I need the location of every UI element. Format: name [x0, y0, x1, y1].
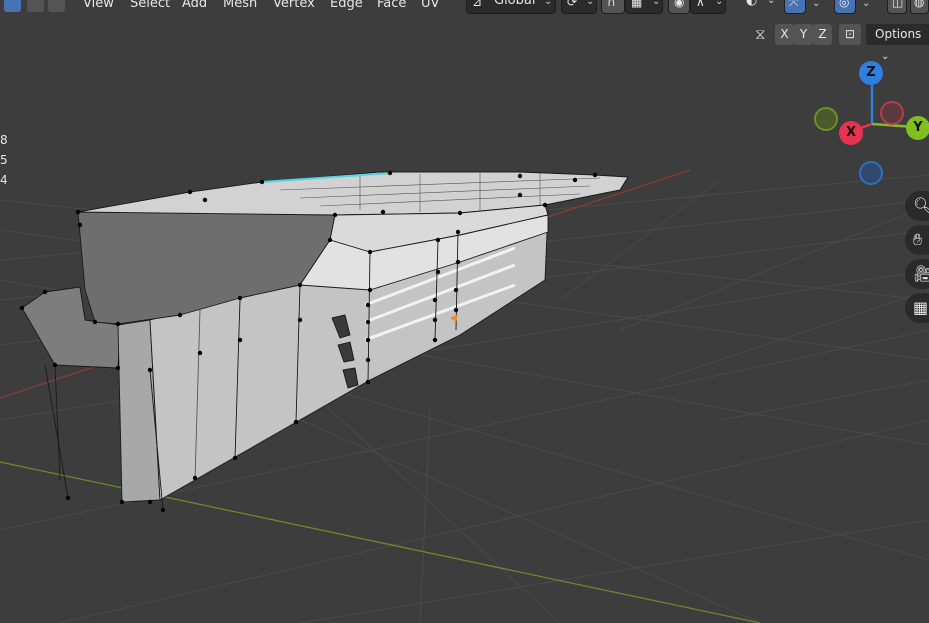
chevron-down-icon: ⌄ [652, 0, 661, 7]
menu-add[interactable]: Add [182, 0, 207, 11]
snap-toggle[interactable]: ∩ [601, 0, 625, 14]
menu-mesh[interactable]: Mesh [223, 0, 257, 11]
grid-icon: ▦ [913, 298, 929, 317]
transform-orientation-icon: ⊿ [472, 0, 483, 9]
hand-icon: ✋︎ [913, 230, 923, 249]
overlay-dropdown-chevron[interactable]: ⌄ [862, 0, 870, 9]
proportional-edit-toggle[interactable]: ◉ [668, 0, 690, 14]
menu-vertex[interactable]: Vertex [273, 0, 315, 11]
menu-edge[interactable]: Edge [330, 0, 363, 11]
auto-merge-toggle[interactable]: ⊡ [839, 24, 861, 45]
mirror-y-toggle[interactable]: Y [794, 24, 813, 45]
gizmo-dropdown-chevron[interactable]: ⌄ [812, 0, 820, 9]
menu-view[interactable]: View [83, 0, 114, 11]
overlay-toggle[interactable]: ◎ [834, 0, 856, 14]
gizmo-toggle[interactable]: ⤧ [784, 0, 806, 14]
magnet-icon: ∩ [607, 0, 616, 9]
auto-merge-icon: ⊡ [844, 27, 856, 41]
mirror-z-toggle[interactable]: Z [813, 24, 832, 45]
3d-viewport[interactable] [0, 0, 929, 623]
proportional-falloff-dropdown[interactable]: ∧ ⌄ [690, 0, 726, 14]
gizmo-z-ball[interactable]: Z [859, 61, 883, 85]
stat-value: 4 [0, 173, 8, 187]
zoom-icon: 🔍︎ [913, 196, 929, 215]
transform-orientation-dropdown[interactable]: ⊿ Global ⌄ [466, 0, 556, 14]
gizmo-icon: ⤧ [789, 0, 799, 9]
overlay-icon: ◎ [839, 0, 850, 9]
chevron-down-icon: ⌄ [586, 0, 595, 7]
gizmo-y-ball[interactable]: Y [906, 116, 929, 140]
snap-grid-icon: ▦ [631, 0, 643, 9]
falloff-curve-icon: ∧ [696, 0, 705, 9]
transform-orientation-value: Global [494, 0, 536, 8]
zoom-button[interactable]: 🔍︎ [905, 191, 929, 221]
mirror-x-toggle[interactable]: X [775, 24, 794, 45]
options-dropdown[interactable]: Options ⌄ [866, 24, 929, 62]
face-select-mode-button[interactable] [48, 0, 65, 12]
visibility-dropdown[interactable]: ◐ ⌄ [742, 0, 780, 14]
chevron-down-icon: ⌄ [715, 0, 724, 7]
camera-view-button[interactable]: 🎥︎ [905, 259, 929, 289]
proportional-edit-icon: ◉ [674, 0, 685, 9]
camera-icon: 🎥︎ [913, 264, 929, 283]
gizmo-neg-y-ball[interactable] [814, 107, 838, 131]
xray-toggle[interactable]: ◫ [887, 0, 907, 14]
shading-wireframe-button[interactable]: ◍ [910, 0, 929, 14]
menu-face[interactable]: Face [377, 0, 406, 11]
mesh-object[interactable] [21, 171, 629, 511]
viewport-header: View Select Add Mesh Vertex Edge Face UV… [0, 0, 929, 16]
chevron-down-icon: ⌄ [544, 0, 553, 7]
pan-button[interactable]: ✋︎ [905, 225, 929, 255]
pivot-icon: ⟳ [567, 0, 578, 9]
menu-uv[interactable]: UV [421, 0, 439, 11]
edge-select-mode-button[interactable] [27, 0, 44, 12]
gizmo-x-ball[interactable]: X [839, 121, 863, 145]
mirror-icon: ⧖ [755, 25, 766, 43]
gizmo-neg-x-ball[interactable] [880, 101, 904, 125]
wireframe-icon: ◍ [914, 0, 925, 9]
menu-select[interactable]: Select [130, 0, 170, 11]
gizmo-neg-z-ball[interactable] [859, 161, 883, 185]
snap-target-dropdown[interactable]: ▦ ⌄ [625, 0, 663, 14]
stat-value: 8 [0, 133, 8, 147]
xray-icon: ◫ [892, 0, 904, 9]
chevron-down-icon: ⌄ [767, 0, 776, 6]
perspective-toggle-button[interactable]: ▦ [905, 293, 929, 323]
vertex-select-mode-button[interactable] [4, 0, 21, 12]
stat-value: 5 [0, 153, 8, 167]
options-label: Options [875, 27, 922, 41]
eye-icon: ◐ [746, 0, 758, 8]
pivot-point-dropdown[interactable]: ⟳ ⌄ [561, 0, 597, 14]
